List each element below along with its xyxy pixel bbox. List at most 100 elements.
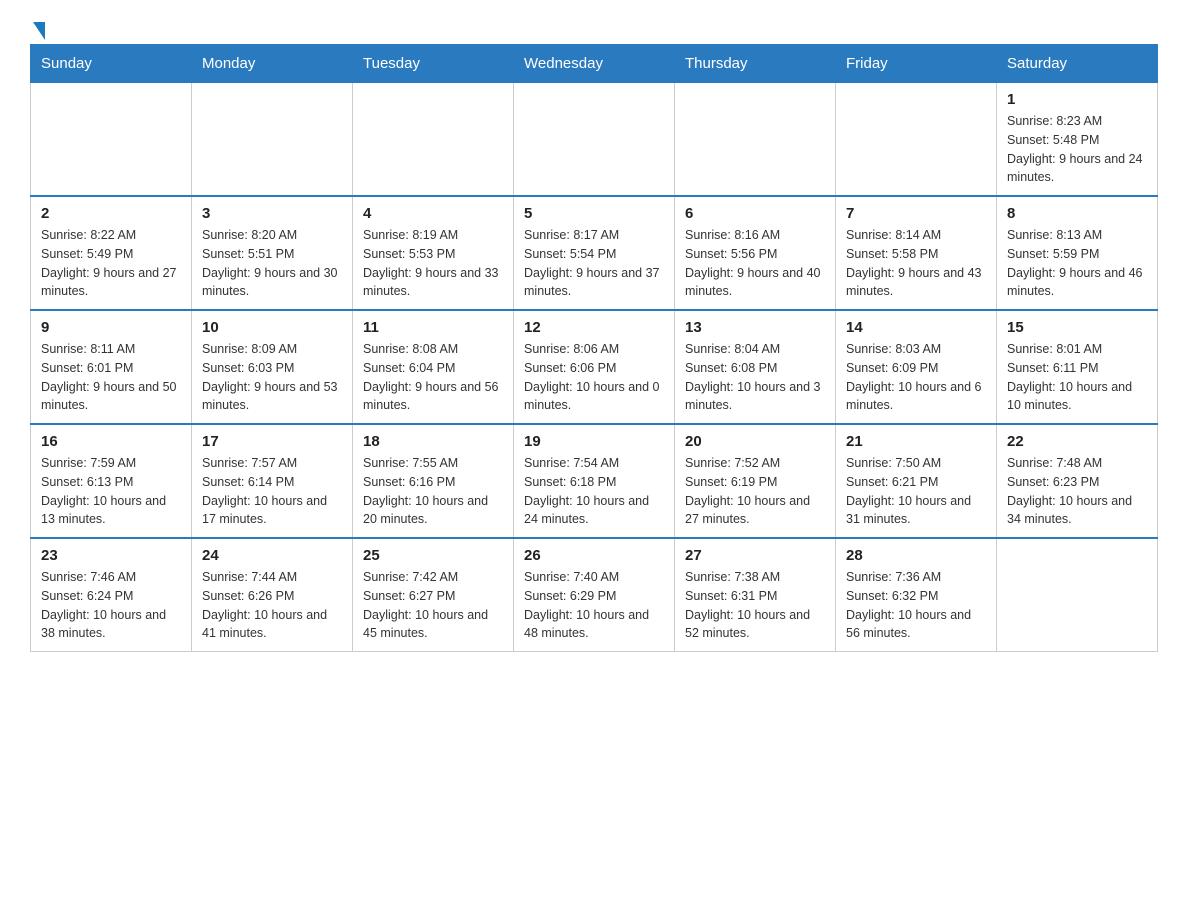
calendar-header: SundayMondayTuesdayWednesdayThursdayFrid… (31, 45, 1158, 83)
day-number: 1 (1007, 91, 1147, 108)
calendar-cell: 8 Sunrise: 8:13 AM Sunset: 5:59 PM Daylig… (997, 196, 1158, 310)
logo (30, 20, 45, 34)
day-number: 13 (685, 319, 825, 336)
calendar-cell: 21 Sunrise: 7:50 AM Sunset: 6:21 PM Dayli… (836, 424, 997, 538)
day-info: Sunrise: 7:36 AM Sunset: 6:32 PM Dayligh… (846, 568, 986, 643)
calendar-cell (31, 83, 192, 197)
day-number: 17 (202, 433, 342, 450)
day-info: Sunrise: 8:11 AM Sunset: 6:01 PM Dayligh… (41, 340, 181, 415)
calendar-cell: 27 Sunrise: 7:38 AM Sunset: 6:31 PM Dayli… (675, 538, 836, 652)
day-info: Sunrise: 8:08 AM Sunset: 6:04 PM Dayligh… (363, 340, 503, 415)
calendar-cell: 26 Sunrise: 7:40 AM Sunset: 6:29 PM Dayli… (514, 538, 675, 652)
day-info: Sunrise: 7:44 AM Sunset: 6:26 PM Dayligh… (202, 568, 342, 643)
day-number: 6 (685, 205, 825, 222)
calendar-cell: 16 Sunrise: 7:59 AM Sunset: 6:13 PM Dayli… (31, 424, 192, 538)
calendar-cell: 22 Sunrise: 7:48 AM Sunset: 6:23 PM Dayli… (997, 424, 1158, 538)
calendar-cell: 4Sunrise: 8:19 AM Sunset: 5:53 PM Daylig… (353, 196, 514, 310)
day-number: 21 (846, 433, 986, 450)
day-number: 19 (524, 433, 664, 450)
day-info: Sunrise: 7:42 AM Sunset: 6:27 PM Dayligh… (363, 568, 503, 643)
calendar-cell: 1 Sunrise: 8:23 AM Sunset: 5:48 PM Daylig… (997, 83, 1158, 197)
weekday-header-monday: Monday (192, 45, 353, 83)
day-info: Sunrise: 8:04 AM Sunset: 6:08 PM Dayligh… (685, 340, 825, 415)
calendar-cell: 2Sunrise: 8:22 AM Sunset: 5:49 PM Daylig… (31, 196, 192, 310)
day-info: Sunrise: 8:13 AM Sunset: 5:59 PM Dayligh… (1007, 226, 1147, 301)
day-info: Sunrise: 7:54 AM Sunset: 6:18 PM Dayligh… (524, 454, 664, 529)
calendar-cell (353, 83, 514, 197)
day-info: Sunrise: 8:03 AM Sunset: 6:09 PM Dayligh… (846, 340, 986, 415)
calendar-week-4: 16 Sunrise: 7:59 AM Sunset: 6:13 PM Dayli… (31, 424, 1158, 538)
day-number: 11 (363, 319, 503, 336)
day-info: Sunrise: 8:09 AM Sunset: 6:03 PM Dayligh… (202, 340, 342, 415)
weekday-header-friday: Friday (836, 45, 997, 83)
day-number: 28 (846, 547, 986, 564)
weekday-header-sunday: Sunday (31, 45, 192, 83)
day-number: 22 (1007, 433, 1147, 450)
day-number: 26 (524, 547, 664, 564)
calendar-cell: 19 Sunrise: 7:54 AM Sunset: 6:18 PM Dayli… (514, 424, 675, 538)
calendar-cell (997, 538, 1158, 652)
calendar-week-3: 9 Sunrise: 8:11 AM Sunset: 6:01 PM Daylig… (31, 310, 1158, 424)
day-info: Sunrise: 7:52 AM Sunset: 6:19 PM Dayligh… (685, 454, 825, 529)
calendar-cell: 3 Sunrise: 8:20 AM Sunset: 5:51 PM Daylig… (192, 196, 353, 310)
weekday-header-thursday: Thursday (675, 45, 836, 83)
day-number: 14 (846, 319, 986, 336)
day-info: Sunrise: 7:46 AM Sunset: 6:24 PM Dayligh… (41, 568, 181, 643)
day-number: 23 (41, 547, 181, 564)
calendar-cell: 10 Sunrise: 8:09 AM Sunset: 6:03 PM Dayli… (192, 310, 353, 424)
calendar-body: 1 Sunrise: 8:23 AM Sunset: 5:48 PM Daylig… (31, 83, 1158, 652)
calendar-week-5: 23 Sunrise: 7:46 AM Sunset: 6:24 PM Dayli… (31, 538, 1158, 652)
calendar-cell: 11 Sunrise: 8:08 AM Sunset: 6:04 PM Dayli… (353, 310, 514, 424)
day-number: 15 (1007, 319, 1147, 336)
day-number: 16 (41, 433, 181, 450)
day-number: 12 (524, 319, 664, 336)
calendar-cell: 20 Sunrise: 7:52 AM Sunset: 6:19 PM Dayli… (675, 424, 836, 538)
calendar-cell: 7 Sunrise: 8:14 AM Sunset: 5:58 PM Daylig… (836, 196, 997, 310)
page-header (30, 20, 1158, 34)
logo-general-text (30, 20, 45, 40)
day-info: Sunrise: 7:55 AM Sunset: 6:16 PM Dayligh… (363, 454, 503, 529)
day-info: Sunrise: 7:50 AM Sunset: 6:21 PM Dayligh… (846, 454, 986, 529)
weekday-header-row: SundayMondayTuesdayWednesdayThursdayFrid… (31, 45, 1158, 83)
calendar-cell: 14 Sunrise: 8:03 AM Sunset: 6:09 PM Dayli… (836, 310, 997, 424)
calendar-cell: 9 Sunrise: 8:11 AM Sunset: 6:01 PM Daylig… (31, 310, 192, 424)
day-number: 7 (846, 205, 986, 222)
day-info: Sunrise: 7:40 AM Sunset: 6:29 PM Dayligh… (524, 568, 664, 643)
calendar-cell: 25 Sunrise: 7:42 AM Sunset: 6:27 PM Dayli… (353, 538, 514, 652)
day-number: 18 (363, 433, 503, 450)
calendar-table: SundayMondayTuesdayWednesdayThursdayFrid… (30, 44, 1158, 652)
day-info: Sunrise: 8:14 AM Sunset: 5:58 PM Dayligh… (846, 226, 986, 301)
day-number: 2 (41, 205, 181, 222)
calendar-cell: 23 Sunrise: 7:46 AM Sunset: 6:24 PM Dayli… (31, 538, 192, 652)
calendar-cell: 12 Sunrise: 8:06 AM Sunset: 6:06 PM Dayli… (514, 310, 675, 424)
day-info: Sunrise: 8:06 AM Sunset: 6:06 PM Dayligh… (524, 340, 664, 415)
day-number: 3 (202, 205, 342, 222)
weekday-header-wednesday: Wednesday (514, 45, 675, 83)
day-info: Sunrise: 7:38 AM Sunset: 6:31 PM Dayligh… (685, 568, 825, 643)
calendar-week-2: 2Sunrise: 8:22 AM Sunset: 5:49 PM Daylig… (31, 196, 1158, 310)
calendar-cell (192, 83, 353, 197)
day-number: 27 (685, 547, 825, 564)
day-number: 10 (202, 319, 342, 336)
logo-arrow-icon (33, 22, 45, 40)
day-info: Sunrise: 7:59 AM Sunset: 6:13 PM Dayligh… (41, 454, 181, 529)
day-info: Sunrise: 8:20 AM Sunset: 5:51 PM Dayligh… (202, 226, 342, 301)
day-info: Sunrise: 7:48 AM Sunset: 6:23 PM Dayligh… (1007, 454, 1147, 529)
calendar-week-1: 1 Sunrise: 8:23 AM Sunset: 5:48 PM Daylig… (31, 83, 1158, 197)
day-number: 20 (685, 433, 825, 450)
weekday-header-tuesday: Tuesday (353, 45, 514, 83)
calendar-cell: 28 Sunrise: 7:36 AM Sunset: 6:32 PM Dayli… (836, 538, 997, 652)
calendar-cell (675, 83, 836, 197)
day-number: 24 (202, 547, 342, 564)
calendar-cell: 13 Sunrise: 8:04 AM Sunset: 6:08 PM Dayli… (675, 310, 836, 424)
day-number: 5 (524, 205, 664, 222)
calendar-cell: 17 Sunrise: 7:57 AM Sunset: 6:14 PM Dayli… (192, 424, 353, 538)
weekday-header-saturday: Saturday (997, 45, 1158, 83)
day-info: Sunrise: 8:23 AM Sunset: 5:48 PM Dayligh… (1007, 112, 1147, 187)
day-info: Sunrise: 7:57 AM Sunset: 6:14 PM Dayligh… (202, 454, 342, 529)
day-number: 8 (1007, 205, 1147, 222)
calendar-cell: 6Sunrise: 8:16 AM Sunset: 5:56 PM Daylig… (675, 196, 836, 310)
day-number: 25 (363, 547, 503, 564)
day-number: 9 (41, 319, 181, 336)
calendar-cell (836, 83, 997, 197)
